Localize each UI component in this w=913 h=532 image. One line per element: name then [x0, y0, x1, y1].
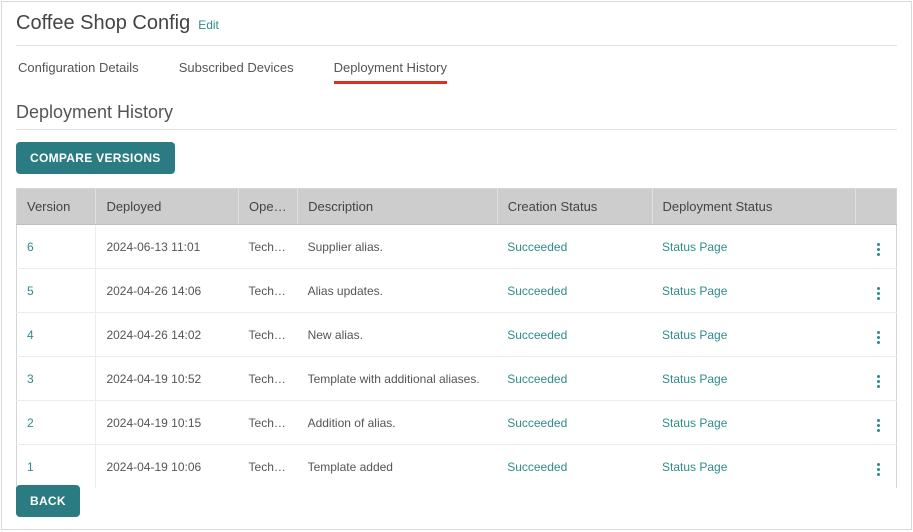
kebab-menu-icon[interactable]: [871, 373, 886, 390]
table-row: 32024-04-19 10:52Tech…Template with addi…: [17, 357, 897, 401]
col-header-version[interactable]: Version: [17, 189, 96, 225]
cell-deployment-status[interactable]: Status Page: [652, 313, 856, 357]
tabs: Configuration Details Subscribed Devices…: [16, 60, 897, 84]
table-row: 12024-04-19 10:06Tech…Template addedSucc…: [17, 445, 897, 489]
cell-version[interactable]: 5: [17, 269, 96, 313]
cell-actions: [856, 445, 897, 489]
cell-version[interactable]: 1: [17, 445, 96, 489]
cell-deployment-status[interactable]: Status Page: [652, 269, 856, 313]
col-header-deployed[interactable]: Deployed: [96, 189, 239, 225]
cell-version[interactable]: 3: [17, 357, 96, 401]
cell-deployment-status[interactable]: Status Page: [652, 445, 856, 489]
cell-description: Template with additional aliases.: [298, 357, 498, 401]
cell-creation-status[interactable]: Succeeded: [497, 401, 652, 445]
cell-deployed: 2024-04-19 10:15: [96, 401, 239, 445]
cell-description: Template added: [298, 445, 498, 489]
table-row: 52024-04-26 14:06Tech…Alias updates.Succ…: [17, 269, 897, 313]
cell-creation-status[interactable]: Succeeded: [497, 225, 652, 269]
col-header-actions: [856, 189, 897, 225]
cell-deployment-status[interactable]: Status Page: [652, 401, 856, 445]
compare-versions-button[interactable]: Compare Versions: [16, 142, 175, 174]
cell-creation-status[interactable]: Succeeded: [497, 357, 652, 401]
cell-deployed: 2024-06-13 11:01: [96, 225, 239, 269]
cell-deployed: 2024-04-26 14:02: [96, 313, 239, 357]
deployment-history-table: Version Deployed Oper… Description Creat…: [16, 188, 897, 488]
kebab-menu-icon[interactable]: [871, 329, 886, 346]
title-row: Coffee Shop Config Edit: [16, 12, 897, 45]
kebab-menu-icon[interactable]: [871, 241, 886, 258]
col-header-creation-status[interactable]: Creation Status: [497, 189, 652, 225]
table-header-row: Version Deployed Oper… Description Creat…: [17, 189, 897, 225]
col-header-deployment-status[interactable]: Deployment Status: [652, 189, 856, 225]
table-row: 62024-06-13 11:01Tech…Supplier alias.Suc…: [17, 225, 897, 269]
section-divider: [16, 129, 897, 130]
config-panel: Coffee Shop Config Edit Configuration De…: [1, 1, 912, 530]
cell-operator: Tech…: [239, 357, 298, 401]
cell-actions: [856, 313, 897, 357]
cell-description: Alias updates.: [298, 269, 498, 313]
tab-deployment-history[interactable]: Deployment History: [334, 60, 447, 84]
cell-description: Addition of alias.: [298, 401, 498, 445]
tab-configuration-details[interactable]: Configuration Details: [18, 60, 139, 84]
cell-actions: [856, 401, 897, 445]
cell-creation-status[interactable]: Succeeded: [497, 269, 652, 313]
cell-actions: [856, 357, 897, 401]
page-title: Coffee Shop Config: [16, 12, 190, 35]
cell-version[interactable]: 6: [17, 225, 96, 269]
cell-creation-status[interactable]: Succeeded: [497, 313, 652, 357]
cell-deployed: 2024-04-26 14:06: [96, 269, 239, 313]
cell-description: New alias.: [298, 313, 498, 357]
cell-deployment-status[interactable]: Status Page: [652, 225, 856, 269]
divider: [16, 45, 897, 46]
col-header-description[interactable]: Description: [298, 189, 498, 225]
kebab-menu-icon[interactable]: [871, 461, 886, 478]
cell-deployed: 2024-04-19 10:06: [96, 445, 239, 489]
kebab-menu-icon[interactable]: [871, 417, 886, 434]
edit-link[interactable]: Edit: [198, 18, 219, 32]
table-row: 22024-04-19 10:15Tech…Addition of alias.…: [17, 401, 897, 445]
cell-version[interactable]: 4: [17, 313, 96, 357]
cell-operator: Tech…: [239, 269, 298, 313]
cell-operator: Tech…: [239, 225, 298, 269]
section-title: Deployment History: [16, 102, 897, 123]
cell-version[interactable]: 2: [17, 401, 96, 445]
tab-subscribed-devices[interactable]: Subscribed Devices: [179, 60, 294, 84]
cell-operator: Tech…: [239, 313, 298, 357]
kebab-menu-icon[interactable]: [871, 285, 886, 302]
cell-operator: Tech…: [239, 445, 298, 489]
cell-creation-status[interactable]: Succeeded: [497, 445, 652, 489]
cell-actions: [856, 269, 897, 313]
cell-description: Supplier alias.: [298, 225, 498, 269]
cell-deployed: 2024-04-19 10:52: [96, 357, 239, 401]
table-row: 42024-04-26 14:02Tech…New alias.Succeede…: [17, 313, 897, 357]
cell-deployment-status[interactable]: Status Page: [652, 357, 856, 401]
back-button[interactable]: Back: [16, 485, 80, 517]
col-header-operator[interactable]: Oper…: [239, 189, 298, 225]
cell-actions: [856, 225, 897, 269]
cell-operator: Tech…: [239, 401, 298, 445]
